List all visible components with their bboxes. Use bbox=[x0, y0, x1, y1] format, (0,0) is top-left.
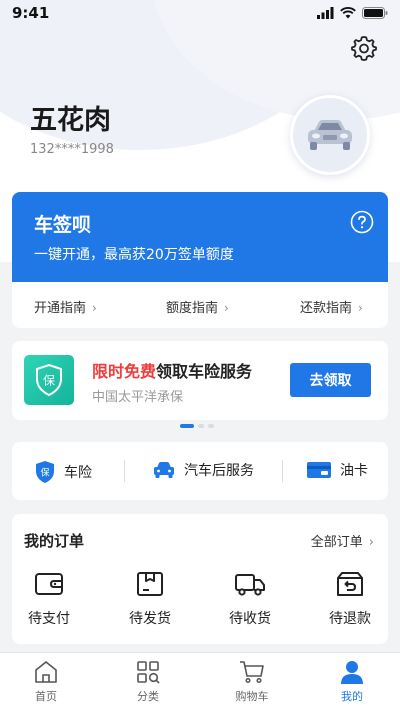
chevron-right-icon: › bbox=[358, 301, 363, 315]
user-icon bbox=[341, 661, 363, 684]
carousel-dot bbox=[198, 424, 204, 428]
help-button[interactable] bbox=[350, 210, 374, 234]
shield-icon: 保 bbox=[36, 461, 54, 483]
guide-open[interactable]: 开通指南 › bbox=[34, 297, 97, 316]
chevron-right-icon: › bbox=[92, 301, 97, 315]
tab-cart[interactable]: 购物车 bbox=[222, 659, 282, 704]
wifi-icon bbox=[340, 7, 356, 19]
orders-title: 我的订单 bbox=[24, 532, 85, 550]
refund-icon bbox=[337, 572, 363, 596]
chequbei-banner[interactable]: 车签呗 一键开通，最高获20万签单额度 bbox=[12, 192, 388, 282]
battery-icon bbox=[362, 7, 388, 19]
truck-icon bbox=[235, 574, 265, 596]
guide-repay[interactable]: 还款指南 › bbox=[300, 297, 363, 316]
service-after-sales[interactable]: 汽车后服务 bbox=[152, 460, 254, 480]
claim-button[interactable]: 去领取 bbox=[290, 363, 371, 397]
order-pending-receipt[interactable]: 待收货 bbox=[210, 570, 290, 628]
insurance-badge: 保 bbox=[24, 355, 74, 405]
user-phone: 132****1998 bbox=[30, 142, 114, 157]
orders-card: 我的订单 全部订单 › 待支付 待发货 待收货 待退款 bbox=[12, 514, 388, 644]
service-fuel-card[interactable]: 油卡 bbox=[306, 460, 368, 480]
status-time: 9:41 bbox=[12, 4, 50, 22]
tab-category[interactable]: 分类 bbox=[118, 659, 178, 704]
guide-limit[interactable]: 额度指南 › bbox=[166, 297, 229, 316]
order-pending-payment[interactable]: 待支付 bbox=[9, 570, 89, 628]
avatar[interactable] bbox=[290, 95, 370, 175]
divider bbox=[282, 460, 283, 482]
insurance-title: 限时免费领取车险服务 bbox=[92, 362, 253, 381]
card-icon bbox=[307, 462, 331, 478]
insurance-banner[interactable]: 保 限时免费领取车险服务 中国太平洋承保 去领取 bbox=[12, 341, 388, 420]
service-car-insurance[interactable]: 保 车险 bbox=[34, 460, 92, 484]
package-icon bbox=[137, 572, 163, 596]
insurance-highlight: 限时免费 bbox=[92, 362, 157, 381]
carousel-dot bbox=[208, 424, 214, 428]
wallet-icon bbox=[35, 573, 63, 595]
chequbei-title: 车签呗 bbox=[34, 214, 92, 236]
insurance-subtitle: 中国太平洋承保 bbox=[92, 390, 184, 405]
guide-links: 开通指南 › 额度指南 › 还款指南 › bbox=[12, 282, 388, 328]
question-icon bbox=[350, 210, 374, 234]
category-icon bbox=[137, 661, 160, 684]
order-pending-shipment[interactable]: 待发货 bbox=[110, 570, 190, 628]
car-avatar-icon bbox=[308, 120, 352, 150]
tab-mine[interactable]: 我的 bbox=[322, 659, 382, 704]
chevron-right-icon: › bbox=[224, 301, 229, 315]
svg-text:保: 保 bbox=[43, 374, 55, 388]
user-name: 五花肉 bbox=[30, 105, 111, 136]
settings-button[interactable] bbox=[350, 34, 378, 62]
tab-bar: 首页 分类 购物车 我的 bbox=[0, 652, 400, 710]
tab-home[interactable]: 首页 bbox=[16, 659, 76, 704]
shield-icon: 保 bbox=[36, 363, 62, 397]
status-bar: 9:41 bbox=[0, 0, 400, 28]
all-orders-link[interactable]: 全部订单 › bbox=[311, 531, 374, 550]
chevron-right-icon: › bbox=[368, 535, 374, 550]
carousel-dot-active bbox=[180, 424, 194, 428]
cart-icon bbox=[240, 661, 264, 684]
gear-icon bbox=[351, 36, 377, 61]
car-icon bbox=[154, 462, 174, 478]
divider bbox=[124, 460, 125, 482]
chequbei-subtitle: 一键开通，最高获20万签单额度 bbox=[34, 247, 234, 263]
carousel-indicator bbox=[180, 424, 214, 428]
order-pending-refund[interactable]: 待退款 bbox=[310, 570, 390, 628]
chequbei-card[interactable]: 车签呗 一键开通，最高获20万签单额度 开通指南 › 额度指南 › 还款指南 › bbox=[12, 192, 388, 328]
home-icon bbox=[35, 661, 57, 683]
svg-text:保: 保 bbox=[40, 467, 49, 479]
services-card: 保 车险 汽车后服务 油卡 bbox=[12, 442, 388, 500]
signal-icon bbox=[317, 7, 334, 19]
